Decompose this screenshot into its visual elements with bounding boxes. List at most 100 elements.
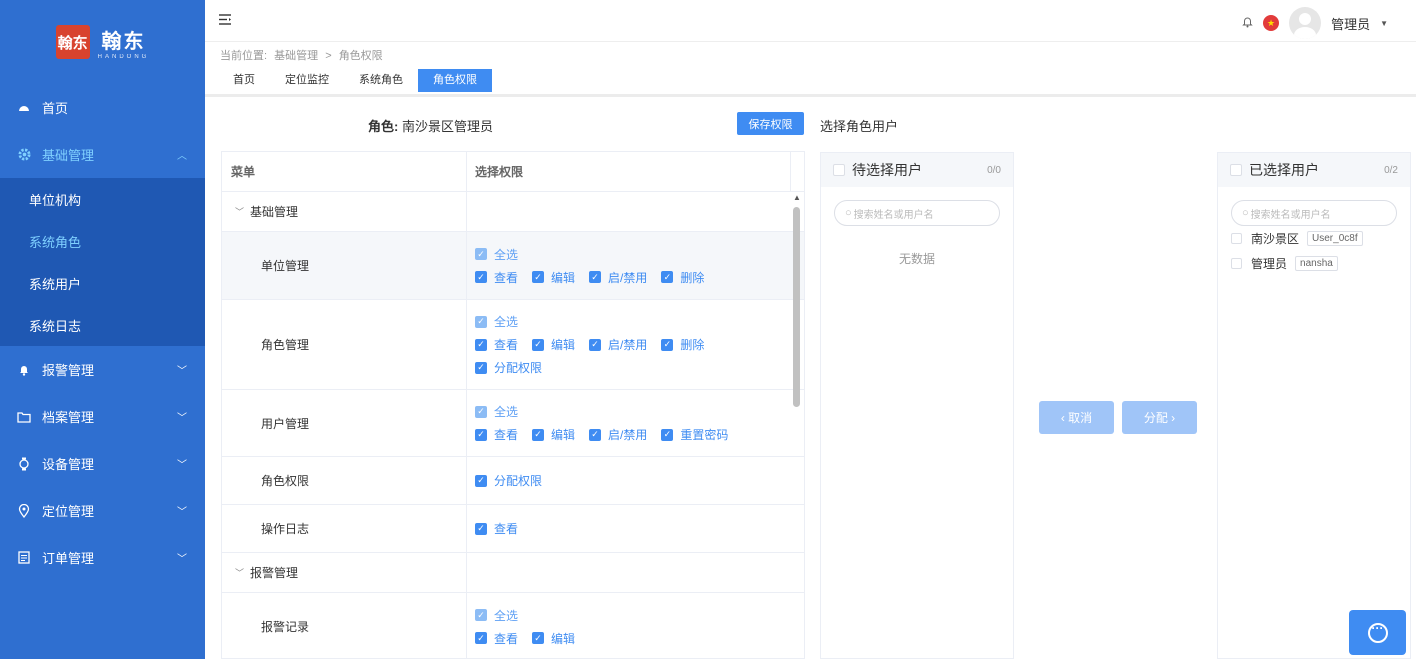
- logo-subtitle: HANDONG: [97, 53, 150, 60]
- checkbox-reset-password[interactable]: ✓ 重置密码: [661, 426, 728, 443]
- row-role-perm-label: 角色权限: [222, 457, 467, 504]
- check-icon: ✓: [475, 248, 487, 260]
- sub-item-role[interactable]: 系统角色: [0, 220, 205, 262]
- checkbox-select-all[interactable]: ✓ 全选: [475, 607, 518, 624]
- user-checkbox[interactable]: [1231, 233, 1242, 244]
- checkbox-toggle[interactable]: ✓ 启/禁用: [589, 426, 647, 443]
- checkbox-edit[interactable]: ✓ 编辑: [532, 269, 575, 286]
- sub-item-unit[interactable]: 单位机构: [0, 178, 205, 220]
- nav-home-label: 首页: [42, 101, 69, 116]
- checkbox-view[interactable]: ✓ 查看: [475, 269, 518, 286]
- checkbox-delete[interactable]: ✓ 删除: [661, 269, 704, 286]
- user-tag: User_0c8f: [1307, 231, 1363, 246]
- nav-alarm-label: 报警管理: [42, 363, 95, 378]
- nav-location[interactable]: 定位管理 ﹀: [0, 487, 205, 534]
- menu-toggle-icon[interactable]: [219, 12, 232, 29]
- role-info: 角色: 南沙景区管理员: [368, 116, 493, 135]
- group-basic[interactable]: ﹀ 基础管理: [222, 192, 467, 231]
- column-header-permission: 选择权限: [467, 152, 791, 191]
- user-name[interactable]: 管理员: [1331, 14, 1370, 33]
- checkbox-view[interactable]: ✓ 查看: [475, 336, 518, 353]
- chevron-down-icon: ﹀: [177, 413, 187, 424]
- table-row: ﹀ 报警管理: [222, 553, 804, 593]
- sub-item-user[interactable]: 系统用户: [0, 262, 205, 304]
- language-flag-icon[interactable]: ★: [1263, 15, 1280, 31]
- tab-location-monitor[interactable]: 定位监控: [270, 69, 344, 92]
- table-row: 角色权限 ✓ 分配权限: [222, 457, 804, 505]
- checkbox-select-all[interactable]: ✓ 全选: [475, 246, 518, 263]
- gear-icon: [14, 148, 34, 161]
- user-tag: nansha: [1295, 256, 1338, 271]
- nav-home[interactable]: 首页: [0, 84, 205, 131]
- avatar[interactable]: [1289, 7, 1322, 39]
- save-permissions-button[interactable]: 保存权限: [737, 112, 804, 135]
- table-scrollbar[interactable]: [793, 207, 800, 407]
- group-basic-label: 基础管理: [250, 205, 299, 219]
- cancel-assign-button[interactable]: ‹ 取消: [1039, 401, 1114, 434]
- tab-role-permission[interactable]: 角色权限: [418, 69, 492, 92]
- checkbox-edit[interactable]: ✓ 编辑: [532, 630, 575, 647]
- tab-home[interactable]: 首页: [218, 69, 270, 92]
- top-header: ★ 管理员 ▼: [205, 0, 1416, 42]
- nav-order-label: 订单管理: [42, 551, 95, 566]
- scroll-up-arrow-icon[interactable]: ▲: [793, 193, 801, 202]
- group-alarm[interactable]: ﹀ 报警管理: [222, 553, 467, 592]
- chat-button[interactable]: [1349, 610, 1406, 655]
- chevron-down-icon: ﹀: [177, 366, 187, 377]
- selected-search-input[interactable]: ○ 搜索姓名或用户名: [1231, 200, 1397, 226]
- breadcrumb-level1[interactable]: 基础管理: [274, 50, 318, 62]
- checkbox-view[interactable]: ✓ 查看: [475, 426, 518, 443]
- breadcrumb: 当前位置: 基础管理 > 角色权限: [220, 47, 387, 63]
- search-icon: ○: [845, 207, 852, 219]
- permission-table: 菜单 选择权限 ﹀ 基础管理 单位管理 ✓ 全选 ✓ 查看 ✓ 编辑 ✓ 启/禁用 ✓ 删除…: [221, 151, 805, 659]
- logo-name: 翰东: [101, 30, 146, 53]
- logo-badge: 翰东: [55, 25, 90, 59]
- sub-item-log[interactable]: 系统日志: [0, 304, 205, 346]
- chevron-down-icon: ﹀: [177, 554, 187, 565]
- chat-bubble-icon: [1367, 621, 1388, 643]
- checkbox-assign[interactable]: ✓ 分配权限: [475, 472, 542, 489]
- dashboard-icon: [14, 102, 34, 114]
- nav-basic[interactable]: 基础管理 ︿: [0, 131, 205, 178]
- search-icon: ○: [1242, 207, 1249, 219]
- pending-search-input[interactable]: ○ 搜索姓名或用户名: [834, 200, 1000, 226]
- checkbox-edit[interactable]: ✓ 编辑: [532, 336, 575, 353]
- checkbox-toggle[interactable]: ✓ 启/禁用: [589, 269, 647, 286]
- checkbox-select-all[interactable]: ✓ 全选: [475, 313, 518, 330]
- table-row: ﹀ 基础管理: [222, 192, 804, 232]
- nav-device[interactable]: 设备管理 ﹀: [0, 440, 205, 487]
- chevron-down-icon: ﹀: [177, 460, 187, 471]
- select-all-pending-checkbox[interactable]: [833, 164, 845, 176]
- select-all-selected-checkbox[interactable]: [1230, 164, 1242, 176]
- checkbox-select-all[interactable]: ✓ 全选: [475, 403, 518, 420]
- location-pin-icon: [14, 503, 34, 518]
- chevron-up-icon: ︿: [177, 151, 187, 162]
- checkbox-edit[interactable]: ✓ 编辑: [532, 426, 575, 443]
- caret-down-icon[interactable]: ▼: [1380, 19, 1388, 28]
- checkbox-delete[interactable]: ✓ 删除: [661, 336, 704, 353]
- checkbox-assign[interactable]: ✓ 分配权限: [475, 359, 542, 376]
- nav-archive[interactable]: 档案管理 ﹀: [0, 393, 205, 440]
- list-item[interactable]: 南沙景区 User_0c8f: [1218, 226, 1410, 251]
- nav-basic-label: 基础管理: [42, 148, 95, 163]
- table-row: 报警记录 ✓ 全选 ✓ 查看 ✓ 编辑: [222, 593, 804, 658]
- table-row: 单位管理 ✓ 全选 ✓ 查看 ✓ 编辑 ✓ 启/禁用 ✓ 删除: [222, 232, 804, 300]
- table-row: 操作日志 ✓ 查看: [222, 505, 804, 553]
- notification-bell-icon[interactable]: [1242, 16, 1253, 31]
- checkbox-toggle[interactable]: ✓ 启/禁用: [589, 336, 647, 353]
- list-item[interactable]: 管理员 nansha: [1218, 251, 1410, 276]
- breadcrumb-prefix: 当前位置:: [220, 50, 268, 62]
- checkbox-view[interactable]: ✓ 查看: [475, 520, 518, 537]
- table-row: 角色管理 ✓ 全选 ✓ 查看 ✓ 编辑 ✓ 启/禁用 ✓ 删除 ✓ 分配权限: [222, 300, 804, 390]
- checkbox-view[interactable]: ✓ 查看: [475, 630, 518, 647]
- row-user-label: 用户管理: [222, 390, 467, 456]
- pending-users-count: 0/0: [987, 164, 1001, 176]
- document-icon: [14, 551, 34, 564]
- user-checkbox[interactable]: [1231, 258, 1242, 269]
- nav-order[interactable]: 订单管理 ﹀: [0, 534, 205, 581]
- nav-alarm[interactable]: 报警管理 ﹀: [0, 346, 205, 393]
- selected-users-panel: 已选择用户 0/2 ○ 搜索姓名或用户名 南沙景区 User_0c8f 管理员 …: [1217, 152, 1411, 659]
- assign-button[interactable]: 分配 ›: [1122, 401, 1197, 434]
- tab-system-role[interactable]: 系统角色: [344, 69, 418, 92]
- row-unit-label: 单位管理: [222, 232, 467, 299]
